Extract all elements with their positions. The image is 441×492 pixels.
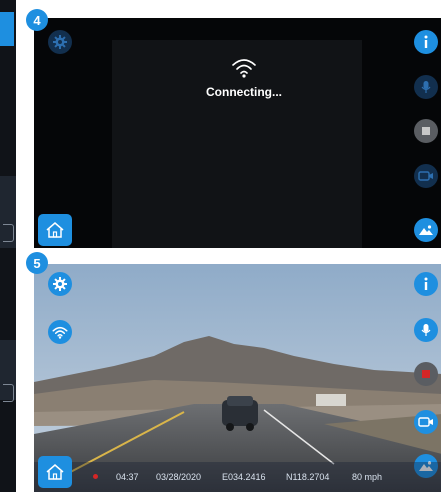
step-badge-5: 5 <box>26 252 48 274</box>
recording-indicator <box>93 474 98 479</box>
connecting-text: Connecting... <box>206 85 282 99</box>
video-mode-button[interactable] <box>414 410 438 434</box>
live-view-screen: 04:37 03/28/2020 E034.2416 N118.2704 80 … <box>34 264 441 492</box>
microphone-icon <box>421 81 431 93</box>
status-latitude: N118.2704 <box>286 472 330 482</box>
image-gallery-icon <box>419 225 433 235</box>
live-camera-view <box>34 264 441 492</box>
video-mode-button[interactable] <box>414 164 438 188</box>
microphone-button[interactable] <box>414 75 438 99</box>
info-button[interactable] <box>414 272 438 296</box>
connecting-screen: Connecting... <box>34 18 441 248</box>
gear-icon <box>53 35 67 49</box>
wifi-button[interactable] <box>48 320 72 344</box>
microphone-icon <box>421 324 431 336</box>
record-button[interactable] <box>414 362 438 386</box>
status-bar: 04:37 03/28/2020 E034.2416 N118.2704 80 … <box>34 462 441 492</box>
info-icon <box>424 35 428 48</box>
gear-icon <box>53 277 67 291</box>
gallery-button[interactable] <box>414 218 438 242</box>
previous-screen-tab <box>3 224 14 242</box>
previous-screen-edge <box>0 0 16 492</box>
wifi-icon <box>232 59 256 78</box>
record-icon <box>422 370 430 378</box>
wifi-icon <box>52 326 68 339</box>
stop-icon <box>422 127 430 135</box>
home-icon <box>46 464 64 480</box>
home-button[interactable] <box>38 214 72 246</box>
video-camera-icon <box>418 417 433 427</box>
stop-button[interactable] <box>414 119 438 143</box>
info-button[interactable] <box>414 30 438 54</box>
home-icon <box>46 222 64 238</box>
step-badge-4: 4 <box>26 9 48 31</box>
status-time: 04:37 <box>116 472 139 482</box>
connecting-indicator: Connecting... <box>189 56 299 99</box>
home-button[interactable] <box>38 456 72 488</box>
status-longitude: E034.2416 <box>222 472 266 482</box>
previous-screen-accent <box>0 12 14 46</box>
settings-button[interactable] <box>48 272 72 296</box>
settings-button[interactable] <box>48 30 72 54</box>
status-speed: 80 mph <box>352 472 383 482</box>
previous-screen-tab <box>3 384 14 402</box>
status-date: 03/28/2020 <box>156 472 202 482</box>
video-camera-icon <box>418 171 433 181</box>
microphone-button[interactable] <box>414 318 438 342</box>
info-icon <box>424 277 428 290</box>
